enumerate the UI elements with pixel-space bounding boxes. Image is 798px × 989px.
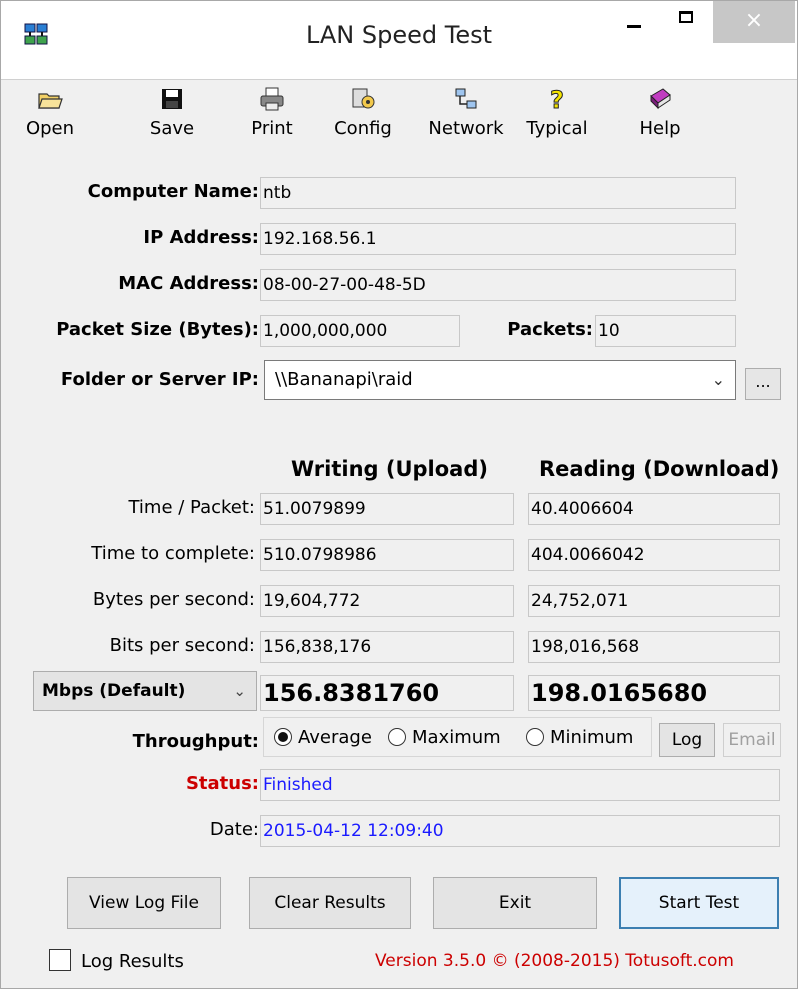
log-results-label[interactable]: Log Results <box>81 951 184 972</box>
network-icon <box>455 88 477 109</box>
printer-icon <box>260 87 284 111</box>
radio-maximum[interactable]: Maximum <box>388 727 501 748</box>
mac-address-field: 08-00-27-00-48-5D <box>260 269 736 301</box>
help-book-icon <box>650 88 671 110</box>
packets-label: Packets: <box>507 319 593 340</box>
toolbar-typical-button[interactable]: ? Typical <box>515 86 599 139</box>
reading-header: Reading (Download) <box>539 457 780 481</box>
toolbar-help-label: Help <box>639 118 681 139</box>
ip-address-label: IP Address: <box>143 227 259 248</box>
svg-text:?: ? <box>550 86 564 112</box>
mac-address-label: MAC Address: <box>118 273 259 294</box>
date-field: 2015-04-12 12:09:40 <box>260 815 780 847</box>
write-bytes-per-second-field: 19,604,772 <box>260 585 514 617</box>
folder-label: Folder or Server IP: <box>60 369 259 390</box>
question-icon: ? <box>550 86 565 112</box>
start-test-button[interactable]: Start Test <box>619 877 779 929</box>
write-time-to-complete-field: 510.0798986 <box>260 539 514 571</box>
browse-button[interactable]: ... <box>745 368 781 400</box>
version-text: Version 3.5.0 © (2008-2015) Totusoft.com <box>375 951 734 971</box>
toolbar-network-button[interactable]: Network <box>421 86 511 139</box>
bytes-per-second-label: Bytes per second: <box>92 589 255 610</box>
radio-average-label: Average <box>298 727 372 748</box>
toolbar-print-button[interactable]: Print <box>245 86 299 139</box>
status-label: Status: <box>185 773 259 794</box>
floppy-disk-icon <box>162 89 182 109</box>
radio-minimum[interactable]: Minimum <box>526 727 633 748</box>
radio-minimum-dot <box>526 728 544 746</box>
close-button[interactable]: × <box>713 1 795 43</box>
app-window: LAN Speed Test × Open Save Print Config … <box>0 0 798 989</box>
computer-name-label: Computer Name: <box>87 181 259 202</box>
maximize-button[interactable] <box>663 1 713 43</box>
toolbar-typical-label: Typical <box>526 118 588 139</box>
chevron-down-icon[interactable]: ⌄ <box>233 672 246 710</box>
unit-select[interactable]: Mbps (Default) ⌄ <box>33 671 257 711</box>
folder-server-combobox[interactable]: \\Bananapi\raid ⌄ <box>264 360 736 400</box>
bits-per-second-label: Bits per second: <box>109 635 255 656</box>
write-mbps-field: 156.8381760 <box>260 675 514 711</box>
folder-server-value: \\Bananapi\raid <box>275 369 413 390</box>
packet-size-label: Packet Size (Bytes): <box>56 319 259 340</box>
toolbar: Open Save Print Config Network ? Typical… <box>1 80 797 162</box>
throughput-label: Throughput: <box>132 731 259 752</box>
read-mbps-field: 198.0165680 <box>528 675 780 711</box>
ip-address-field: 192.168.56.1 <box>260 223 736 255</box>
title-bar: LAN Speed Test × <box>1 1 797 79</box>
log-results-checkbox[interactable] <box>49 949 71 971</box>
unit-select-value: Mbps (Default) <box>42 681 186 701</box>
toolbar-help-button[interactable]: Help <box>635 86 685 139</box>
toolbar-config-label: Config <box>334 118 392 139</box>
throughput-radio-group: Average Maximum Minimum <box>263 717 652 757</box>
write-bits-per-second-field: 156,838,176 <box>260 631 514 663</box>
view-log-file-button[interactable]: View Log File <box>67 877 221 929</box>
toolbar-print-label: Print <box>251 118 293 139</box>
write-time-per-packet-field: 51.0079899 <box>260 493 514 525</box>
radio-minimum-label: Minimum <box>550 727 634 748</box>
read-time-to-complete-field: 404.0066042 <box>528 539 780 571</box>
read-bits-per-second-field: 198,016,568 <box>528 631 780 663</box>
writing-header: Writing (Upload) <box>291 457 488 481</box>
toolbar-network-label: Network <box>428 118 504 139</box>
toolbar-open-button[interactable]: Open <box>23 86 77 139</box>
clear-results-button[interactable]: Clear Results <box>249 877 411 929</box>
radio-average-dot <box>274 728 292 746</box>
open-folder-icon <box>38 93 63 109</box>
config-icon <box>352 88 375 109</box>
toolbar-open-label: Open <box>25 118 75 139</box>
read-time-per-packet-field: 40.4006604 <box>528 493 780 525</box>
read-bytes-per-second-field: 24,752,071 <box>528 585 780 617</box>
minimize-button[interactable] <box>599 1 669 43</box>
time-per-packet-label: Time / Packet: <box>128 497 255 518</box>
date-label: Date: <box>209 819 259 840</box>
packets-field[interactable]: 10 <box>595 315 736 347</box>
chevron-down-icon[interactable]: ⌄ <box>712 361 725 399</box>
toolbar-config-button[interactable]: Config <box>331 86 395 139</box>
exit-button[interactable]: Exit <box>433 877 597 929</box>
radio-maximum-label: Maximum <box>412 727 501 748</box>
toolbar-save-label: Save <box>149 118 195 139</box>
toolbar-save-button[interactable]: Save <box>145 86 199 139</box>
radio-maximum-dot <box>388 728 406 746</box>
time-to-complete-label: Time to complete: <box>91 543 255 564</box>
radio-average[interactable]: Average <box>274 727 372 748</box>
computer-name-field: ntb <box>260 177 736 209</box>
email-button[interactable]: Email <box>723 723 781 757</box>
log-button[interactable]: Log <box>659 723 715 757</box>
status-field: Finished <box>260 769 780 801</box>
packet-size-field[interactable]: 1,000,000,000 <box>260 315 460 347</box>
